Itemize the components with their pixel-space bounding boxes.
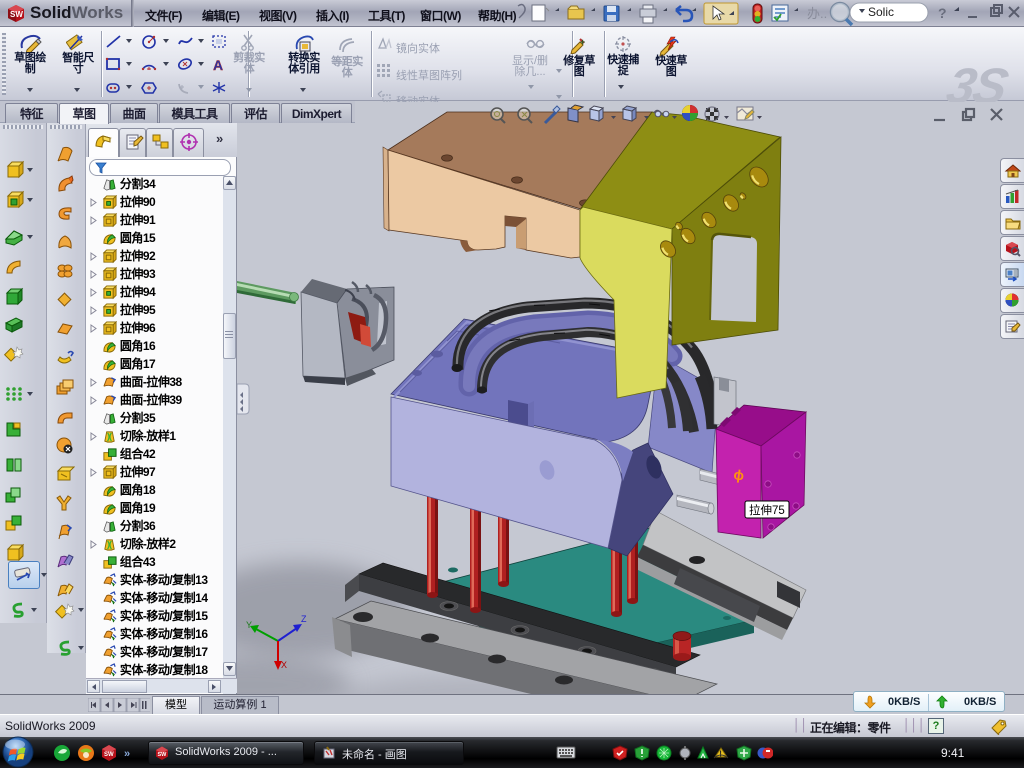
svg-text:SW: SW bbox=[104, 752, 114, 758]
svg-text:拉伸75: 拉伸75 bbox=[749, 503, 785, 517]
svg-text:Z: Z bbox=[301, 614, 307, 624]
svg-text:X: X bbox=[281, 660, 287, 670]
svg-text:+: + bbox=[580, 37, 585, 47]
svg-text:Y: Y bbox=[246, 620, 252, 630]
svg-text:!: ! bbox=[719, 750, 722, 759]
svg-text:Solic: Solic bbox=[868, 5, 894, 19]
svg-text:A: A bbox=[213, 57, 223, 72]
svg-text:SW: SW bbox=[158, 752, 168, 758]
svg-text:?: ? bbox=[938, 5, 947, 21]
svg-text:ϕ: ϕ bbox=[733, 466, 746, 483]
svg-text:»: » bbox=[124, 748, 130, 760]
svg-text:办..: 办.. bbox=[807, 6, 827, 21]
svg-text:SW: SW bbox=[10, 10, 23, 19]
